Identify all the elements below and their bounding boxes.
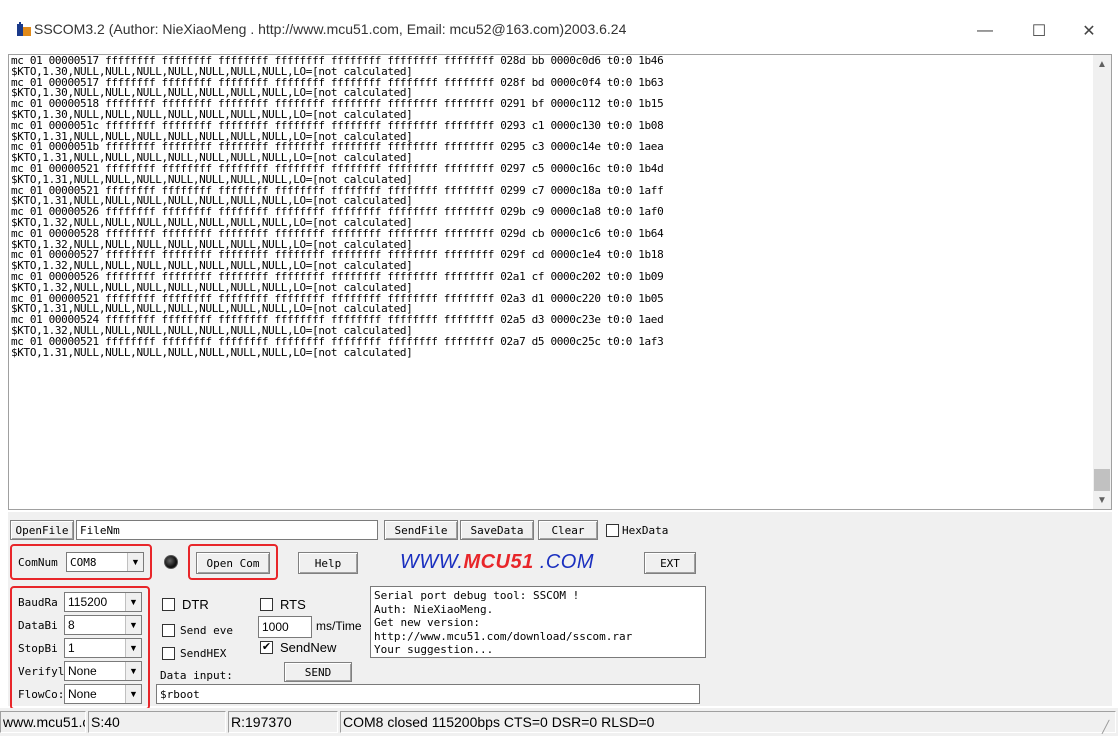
sendhex-checkbox[interactable] [162,647,175,660]
chevron-down-icon[interactable]: ▼ [125,639,141,657]
send-every-checkbox[interactable] [162,624,175,637]
chevron-down-icon[interactable]: ▼ [125,593,141,611]
flowcontrol-label: FlowCo: [18,688,65,701]
minimize-icon[interactable]: — [962,16,1008,46]
verify-select[interactable]: None ▼ [64,661,142,681]
scrollbar-thumb[interactable] [1094,469,1110,491]
clear-button[interactable]: Clear [538,520,598,540]
title-bar: SSCOM3.2 (Author: NieXiaoMeng . http://w… [0,0,1118,54]
verify-label: Verifyl [18,665,65,678]
ext-button[interactable]: EXT [644,552,696,574]
stopbits-label: StopBi [18,642,58,655]
resize-grip-icon[interactable]: ╱ [1102,720,1116,734]
comnum-select[interactable]: COM8 ▼ [66,552,144,572]
scroll-down-icon[interactable]: ▼ [1093,491,1111,509]
maximize-icon[interactable]: ☐ [1016,16,1062,46]
port-status-led-icon [164,555,178,569]
help-button[interactable]: Help [298,552,358,574]
open-com-button[interactable]: Open Com [196,552,270,574]
scroll-up-icon[interactable]: ▲ [1093,55,1111,73]
sendfile-button[interactable]: SendFile [384,520,458,540]
control-panel: OpenFile FileNm SendFile SaveData Clear … [8,512,1112,710]
baudrate-label: BaudRa [18,596,58,609]
dtr-checkbox[interactable] [162,598,175,611]
comnum-label: ComNum [18,556,58,569]
close-icon[interactable]: ✕ [1066,16,1112,46]
send-every-label: Send eve [180,624,233,637]
info-panel: Serial port debug tool: SSCOM ! Auth: Ni… [370,586,706,658]
databits-select[interactable]: 8 ▼ [64,615,142,635]
status-bar: www.mcu51.cor S:40 R:197370 COM8 closed … [0,708,1118,736]
app-icon [17,22,31,36]
rts-checkbox[interactable] [260,598,273,611]
vertical-scrollbar[interactable]: ▲ ▼ [1093,55,1111,509]
databits-label: DataBi [18,619,58,632]
sendhex-label: SendHEX [180,647,227,660]
data-input-field[interactable]: $rboot [156,684,700,704]
status-port: COM8 closed 115200bps CTS=0 DSR=0 RLSD=0 [340,711,1116,733]
receive-output-text: mc 01 00000517 ffffffff ffffffff fffffff… [11,55,1091,359]
savedata-button[interactable]: SaveData [460,520,534,540]
chevron-down-icon[interactable]: ▼ [127,553,143,571]
status-site: www.mcu51.cor [0,711,86,733]
receive-output-area[interactable]: mc 01 00000517 ffffffff ffffffff fffffff… [8,54,1112,510]
chevron-down-icon[interactable]: ▼ [125,685,141,703]
output-line: $KTO,1.31,NULL,NULL,NULL,NULL,NULL,NULL,… [11,345,413,359]
status-received-count: R:197370 [228,711,338,733]
interval-unit-label: ms/Time [316,619,362,633]
status-sent-count: S:40 [88,711,226,733]
sendnew-label: SendNew [280,640,337,655]
filename-input[interactable]: FileNm [76,520,378,540]
chevron-down-icon[interactable]: ▼ [125,662,141,680]
data-input-label: Data input: [160,669,233,682]
baudrate-select[interactable]: 115200 ▼ [64,592,142,612]
window-title: SSCOM3.2 (Author: NieXiaoMeng . http://w… [34,21,627,37]
chevron-down-icon[interactable]: ▼ [125,616,141,634]
flowcontrol-select[interactable]: None ▼ [64,684,142,704]
send-interval-input[interactable]: 1000 [258,616,312,638]
dtr-label: DTR [182,597,209,612]
hexdata-label: HexData [622,524,669,537]
send-button[interactable]: SEND [284,662,352,682]
hexdata-checkbox[interactable] [606,524,619,537]
rts-label: RTS [280,597,306,612]
sendnew-checkbox[interactable]: ✔ [260,641,273,654]
stopbits-select[interactable]: 1 ▼ [64,638,142,658]
mcu51-website-link[interactable]: WWW.MCU51 .COM [400,551,594,574]
openfile-button[interactable]: OpenFile [10,520,74,540]
